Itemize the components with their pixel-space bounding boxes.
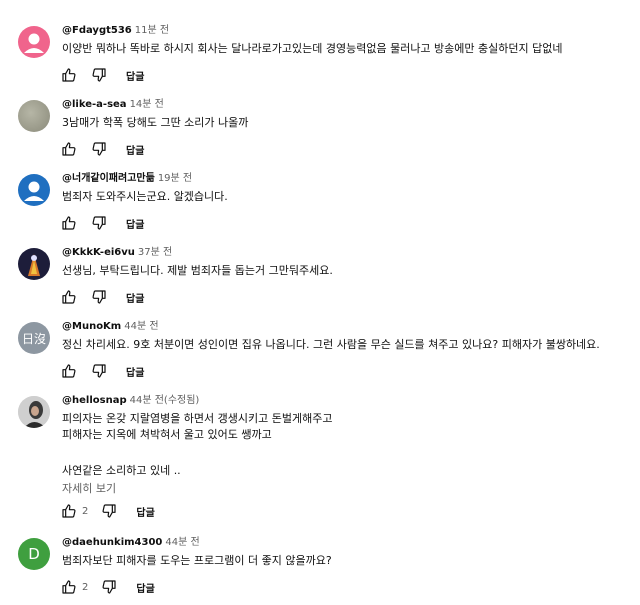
thumbs-up-icon[interactable]: [60, 288, 78, 306]
thumbs-down-icon[interactable]: [90, 66, 108, 84]
avatar-text: 日沒: [21, 331, 46, 346]
comment-meta: @like-a-sea 14분 전: [62, 98, 164, 112]
reply-button[interactable]: 답글: [126, 68, 144, 83]
comment-line: 범죄자 도와주시는군요. 알겠습니다.: [62, 190, 228, 203]
avatar[interactable]: [18, 100, 50, 132]
comment-line: 이양반 뭐하나 똑바로 하시지 회사는 달나라로가고있는데 경영능력없음 물러나…: [62, 42, 563, 55]
comment-line: 범죄자보단 피해자를 도우는 프로그램이 더 좋지 않을까요?: [62, 554, 332, 567]
thumbs-up-icon[interactable]: [60, 66, 78, 84]
thumbs-up-icon[interactable]: [60, 214, 78, 232]
avatar[interactable]: [18, 248, 50, 280]
thumbs-down-icon[interactable]: [90, 288, 108, 306]
avatar[interactable]: 日沒: [18, 322, 50, 354]
comment-time[interactable]: 37분 전: [138, 247, 172, 258]
comment-time[interactable]: 14분 전: [130, 99, 164, 110]
thumbs-down-icon[interactable]: [100, 502, 118, 520]
comment-time[interactable]: 19분 전: [158, 173, 192, 184]
thumbs-up-icon[interactable]: [60, 140, 78, 158]
avatar[interactable]: [18, 174, 50, 206]
reply-button[interactable]: 답글: [126, 364, 144, 379]
comment-line: 사연같은 소리하고 있네 ..: [62, 464, 181, 477]
comment-line: 피의자는 온갖 지랄염병을 하면서 갱생시키고 돈벌게해주고: [62, 412, 333, 425]
comment-line: 피해자는 지옥에 쳐박혀서 울고 있어도 쌩까고: [62, 428, 272, 441]
comment-author[interactable]: @KkkK-ei6vu: [62, 247, 135, 258]
thumbs-down-icon[interactable]: [90, 140, 108, 158]
comment-author[interactable]: @hellosnap: [62, 395, 127, 406]
thumbs-down-icon[interactable]: [90, 214, 108, 232]
thumbs-up-icon[interactable]: [60, 578, 78, 596]
comment-meta: @daehunkim4300 44분 전: [62, 536, 200, 550]
thumbs-down-icon[interactable]: [100, 578, 118, 596]
comment-author[interactable]: @daehunkim4300: [62, 537, 162, 548]
comment-author[interactable]: @너개같이패려고만듦: [62, 173, 155, 184]
comment-text: 범죄자 도와주시는군요. 알겠습니다.: [62, 189, 228, 205]
comment-text: 범죄자보단 피해자를 도우는 프로그램이 더 좋지 않을까요?: [62, 553, 332, 569]
default-avatar-icon: [24, 181, 44, 201]
comment-author[interactable]: @Fdaygt536: [62, 25, 132, 36]
avatar-letter: D: [28, 545, 40, 563]
comment-text: 3남매가 학폭 당해도 그딴 소리가 나올까: [62, 115, 248, 131]
comment-text: 선생님, 부탁드립니다. 제발 범죄자들 돕는거 그만둬주세요.: [62, 263, 333, 279]
comment-line: 3남매가 학폭 당해도 그딴 소리가 나올까: [62, 116, 249, 129]
comment-time[interactable]: 44분 전: [124, 321, 158, 332]
person-avatar-icon: [18, 396, 50, 428]
character-avatar-icon: [28, 254, 40, 276]
comment-time[interactable]: 44분 전: [165, 537, 199, 548]
reply-button[interactable]: 답글: [136, 504, 154, 519]
read-more-link[interactable]: 자세히 보기: [62, 480, 116, 496]
reply-button[interactable]: 답글: [126, 290, 144, 305]
reply-button[interactable]: 답글: [126, 142, 144, 157]
avatar[interactable]: [18, 26, 50, 58]
comment-actions: 답글: [60, 362, 144, 380]
thumbs-down-icon[interactable]: [90, 362, 108, 380]
comment-text: 피의자는 온갖 지랄염병을 하면서 갱생시키고 돈벌게해주고 피해자는 지옥에 …: [62, 411, 332, 479]
avatar[interactable]: [18, 396, 50, 428]
comment-meta: @너개같이패려고만듦 19분 전: [62, 172, 192, 186]
reply-button[interactable]: 답글: [136, 580, 154, 595]
comment-meta: @hellosnap 44분 전(수정됨): [62, 394, 199, 408]
comment-actions: 답글: [60, 214, 144, 232]
avatar[interactable]: D: [18, 538, 50, 570]
like-count: 2: [82, 581, 89, 593]
comment-time[interactable]: 11분 전: [135, 25, 169, 36]
comment-actions: 답글: [60, 66, 144, 84]
comment-text: 정신 차리세요. 9호 처분이면 성인이면 집유 나옵니다. 그런 사람을 무슨…: [62, 337, 600, 353]
comment-actions: 2 답글: [60, 502, 155, 520]
reply-button[interactable]: 답글: [126, 216, 144, 231]
comment-author[interactable]: @like-a-sea: [62, 99, 127, 110]
comment-meta: @KkkK-ei6vu 37분 전: [62, 246, 172, 260]
comment-actions: 답글: [60, 140, 144, 158]
comment-line: 선생님, 부탁드립니다. 제발 범죄자들 돕는거 그만둬주세요.: [62, 264, 333, 277]
default-avatar-icon: [24, 33, 44, 53]
comment-line: 정신 차리세요. 9호 처분이면 성인이면 집유 나옵니다. 그런 사람을 무슨…: [62, 338, 600, 351]
thumbs-up-icon[interactable]: [60, 502, 78, 520]
comment-author[interactable]: @MunoKm: [62, 321, 121, 332]
comment-actions: 답글: [60, 288, 144, 306]
comment-meta: @MunoKm 44분 전: [62, 320, 159, 334]
comment-time[interactable]: 44분 전(수정됨): [130, 395, 200, 406]
comment-text: 이양반 뭐하나 똑바로 하시지 회사는 달나라로가고있는데 경영능력없음 물러나…: [62, 41, 562, 57]
comment-meta: @Fdaygt536 11분 전: [62, 24, 169, 38]
comment-actions: 2 답글: [60, 578, 155, 596]
like-count: 2: [82, 505, 89, 517]
thumbs-up-icon[interactable]: [60, 362, 78, 380]
comment-line: [62, 443, 332, 459]
